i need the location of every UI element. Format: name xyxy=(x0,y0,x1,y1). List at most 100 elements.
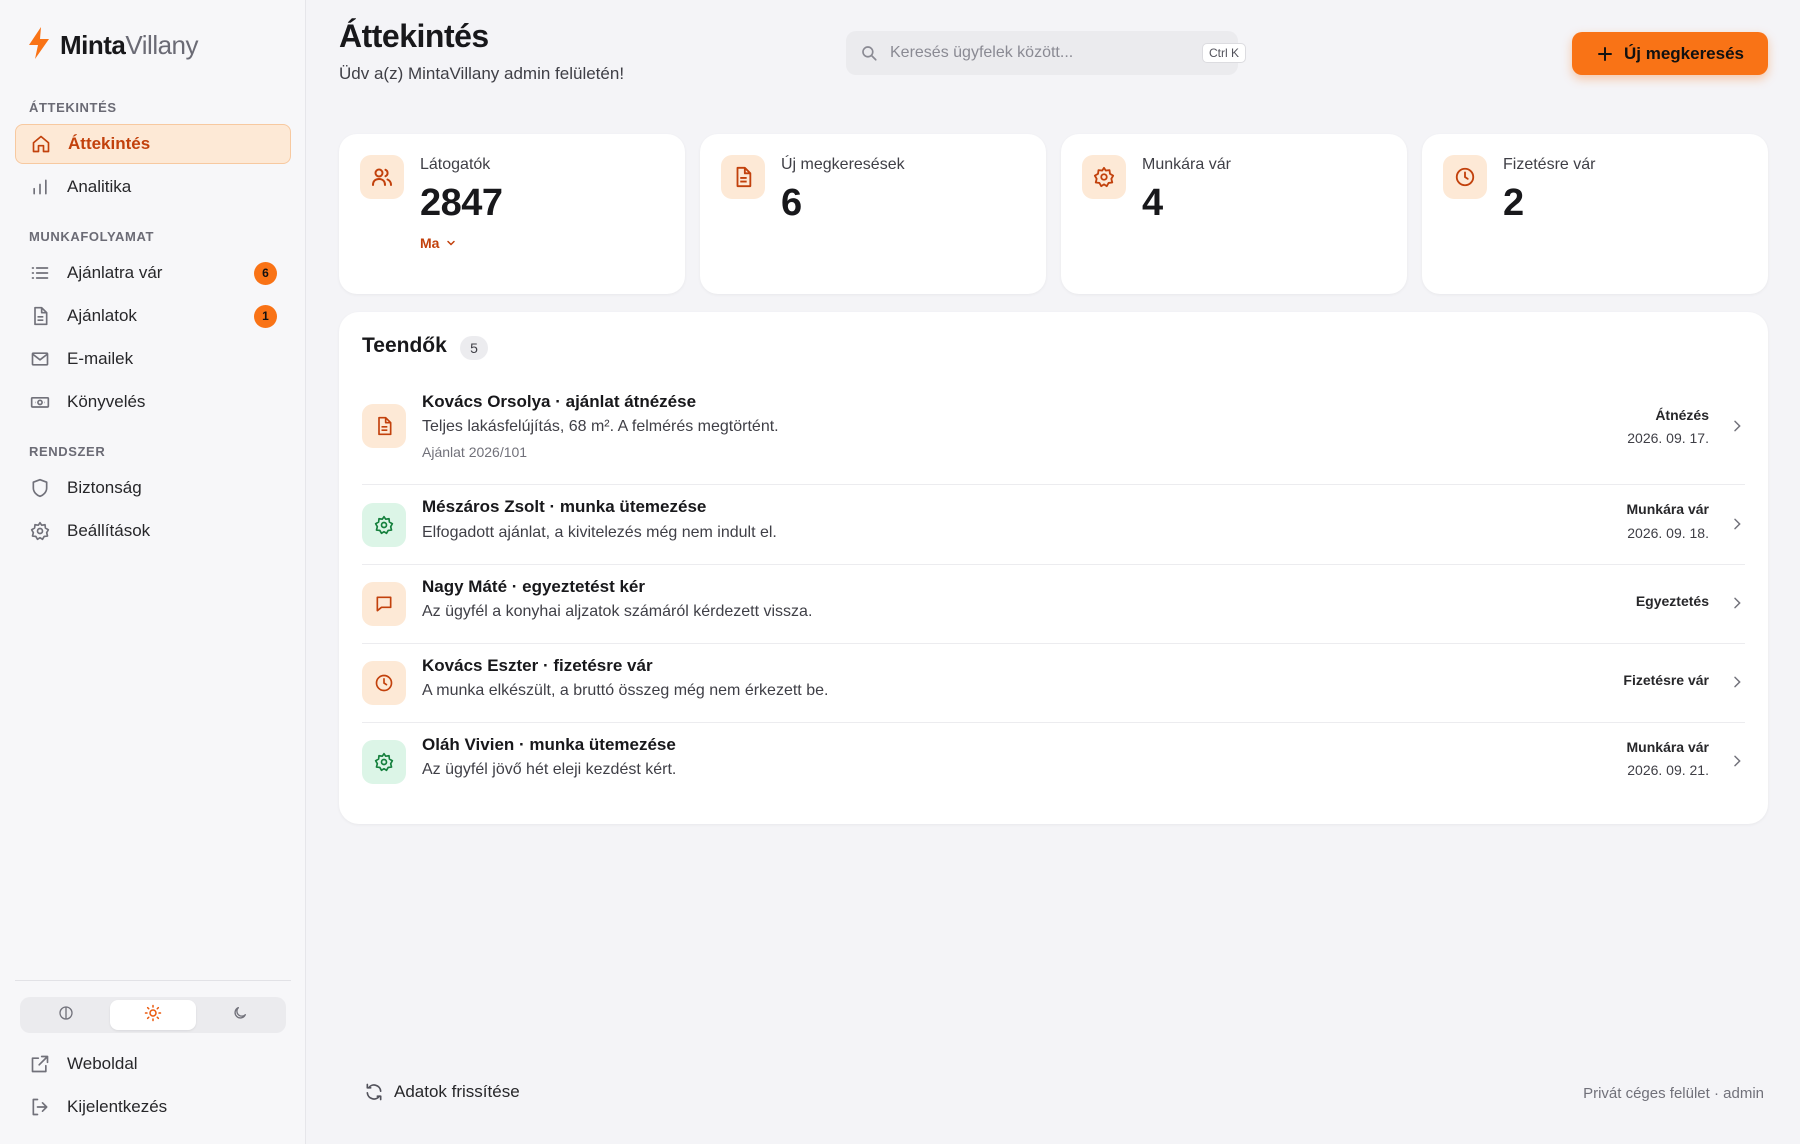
count-badge: 6 xyxy=(254,261,277,285)
task-title: Mészáros Zsolt · munka ütemezése xyxy=(422,497,707,516)
task-title: Oláh Vivien · munka ütemezése xyxy=(422,735,676,754)
task-row[interactable]: Kovács Eszter · fizetésre vár A munka el… xyxy=(362,644,1745,723)
task-row[interactable]: Nagy Máté · egyeztetést kér Az ügyfél a … xyxy=(362,565,1745,644)
stat-card-awaiting-work: Munkára vár 4 xyxy=(1061,134,1407,294)
page-title: Áttekintés xyxy=(339,18,489,54)
task-date: 2026. 09. 17. xyxy=(1627,430,1709,446)
home-icon xyxy=(30,133,52,155)
sidebar-item-analytics[interactable]: Analitika xyxy=(15,167,291,207)
sun-icon xyxy=(144,1004,162,1027)
sidebar-item-label: Biztonság xyxy=(67,478,142,497)
logout-icon xyxy=(29,1096,51,1118)
gear-icon xyxy=(362,740,406,784)
sidebar-item-overview[interactable]: Áttekintés xyxy=(15,124,291,164)
shield-icon xyxy=(29,477,51,499)
stat-value: 2847 xyxy=(420,182,503,224)
lightning-icon xyxy=(26,26,52,65)
sidebar-item-website[interactable]: Weboldal xyxy=(15,1044,291,1084)
sidebar-item-logout[interactable]: Kijelentkezés xyxy=(15,1087,291,1127)
theme-light-button[interactable] xyxy=(109,1000,197,1030)
stat-card-visitors: Látogatók 2847 Ma xyxy=(339,134,685,294)
stat-label: Látogatók xyxy=(420,156,491,173)
search-input[interactable]: Keresés ügyfelek között... xyxy=(846,31,1238,75)
section-title-overview: ÁTTEKINTÉS xyxy=(29,100,117,115)
new-inquiry-button[interactable]: Új megkeresés xyxy=(1572,32,1768,75)
theme-switcher[interactable] xyxy=(20,997,286,1033)
gear-icon xyxy=(29,520,51,542)
list-icon xyxy=(29,262,51,284)
sidebar-item-label: Áttekintés xyxy=(68,134,151,153)
stat-value: 6 xyxy=(781,182,802,224)
bar-chart-icon xyxy=(29,176,51,198)
clock-icon xyxy=(1443,155,1487,199)
theme-dark-button[interactable] xyxy=(196,1000,283,1030)
theme-auto-button[interactable] xyxy=(23,1000,110,1030)
tasks-count-badge: 5 xyxy=(460,336,488,360)
mail-icon xyxy=(29,348,51,370)
refresh-icon xyxy=(364,1082,384,1102)
task-title: Kovács Eszter · fizetésre vár xyxy=(422,656,653,675)
task-title: Nagy Máté · egyeztetést kér xyxy=(422,577,645,596)
stat-label: Új megkeresések xyxy=(781,156,905,173)
sidebar-item-accounting[interactable]: Könyvelés xyxy=(15,382,291,422)
sidebar: MintaVillany ÁTTEKINTÉS Áttekintés Anali… xyxy=(0,0,306,1144)
task-reference: Ajánlat 2026/101 xyxy=(422,444,528,460)
stat-card-awaiting-payment: Fizetésre vár 2 xyxy=(1422,134,1768,294)
plus-icon xyxy=(1596,45,1614,63)
task-status: Munkára vár xyxy=(1626,739,1709,755)
task-description: Teljes lakásfelújítás, 68 m². A felmérés… xyxy=(422,418,779,435)
search-icon xyxy=(860,44,878,62)
task-status: Fizetésre vár xyxy=(1623,672,1709,688)
section-title-workflow: MUNKAFOLYAMAT xyxy=(29,229,155,244)
section-title-system: RENDSZER xyxy=(29,444,106,459)
new-inquiry-label: Új megkeresés xyxy=(1623,43,1745,63)
contrast-icon xyxy=(58,1005,74,1026)
task-row[interactable]: Kovács Orsolya · ajánlat átnézése Teljes… xyxy=(362,384,1745,485)
stat-label: Fizetésre vár xyxy=(1503,156,1596,173)
sidebar-item-label: Könyvelés xyxy=(67,392,146,411)
chevron-right-icon xyxy=(1729,674,1745,695)
period-dropdown-value: Ma xyxy=(420,235,440,251)
search-placeholder: Keresés ügyfelek között... xyxy=(890,44,1074,61)
stat-value: 4 xyxy=(1142,182,1163,224)
task-description: Elfogadott ajánlat, a kivitelezés még ne… xyxy=(422,524,777,541)
search-shortcut-hint: Ctrl K xyxy=(1202,43,1246,63)
task-row[interactable]: Oláh Vivien · munka ütemezése Az ügyfél … xyxy=(362,723,1745,803)
refresh-data-button[interactable]: Adatok frissítése xyxy=(364,1082,520,1102)
sidebar-item-label: Beállítások xyxy=(67,521,151,540)
chevron-right-icon xyxy=(1729,418,1745,439)
brand-logo[interactable]: MintaVillany xyxy=(26,26,199,65)
sidebar-item-quotes[interactable]: Ajánlatok 1 xyxy=(15,296,291,336)
task-status: Egyeztetés xyxy=(1635,593,1709,609)
sidebar-item-awaiting-quote[interactable]: Ajánlatra vár 6 xyxy=(15,253,291,293)
task-status: Munkára vár xyxy=(1626,501,1709,517)
tasks-title: Teendők xyxy=(362,334,447,357)
sidebar-item-security[interactable]: Biztonság xyxy=(15,468,291,508)
task-description: Az ügyfél a konyhai aljzatok számáról ké… xyxy=(422,603,813,620)
users-icon xyxy=(360,155,404,199)
sidebar-item-label: Weboldal xyxy=(67,1054,138,1073)
clock-icon xyxy=(362,661,406,705)
task-row[interactable]: Mészáros Zsolt · munka ütemezése Elfogad… xyxy=(362,485,1745,565)
stat-label: Munkára vár xyxy=(1142,156,1231,173)
task-description: Az ügyfél jövő hét eleji kezdést kért. xyxy=(422,761,677,778)
footer-note: Privát céges felület · admin xyxy=(1583,1085,1764,1102)
sidebar-item-settings[interactable]: Beállítások xyxy=(15,511,291,551)
stat-card-new-inquiries: Új megkeresések 6 xyxy=(700,134,1046,294)
chevron-down-icon xyxy=(445,237,457,249)
chevron-right-icon xyxy=(1729,516,1745,537)
document-icon xyxy=(362,404,406,448)
brand-name: MintaVillany xyxy=(60,30,199,60)
sidebar-divider xyxy=(15,980,291,981)
task-date: 2026. 09. 18. xyxy=(1627,525,1709,541)
gear-icon xyxy=(1082,155,1126,199)
tasks-panel: Teendők 5 Kovács Orsolya · ajánlat átnéz… xyxy=(339,312,1768,824)
sidebar-item-emails[interactable]: E-mailek xyxy=(15,339,291,379)
document-icon xyxy=(721,155,765,199)
chevron-right-icon xyxy=(1729,753,1745,774)
gear-icon xyxy=(362,503,406,547)
banknote-icon xyxy=(29,391,51,413)
sidebar-item-label: E-mailek xyxy=(67,349,134,368)
chat-icon xyxy=(362,582,406,626)
period-dropdown[interactable]: Ma xyxy=(420,235,457,251)
